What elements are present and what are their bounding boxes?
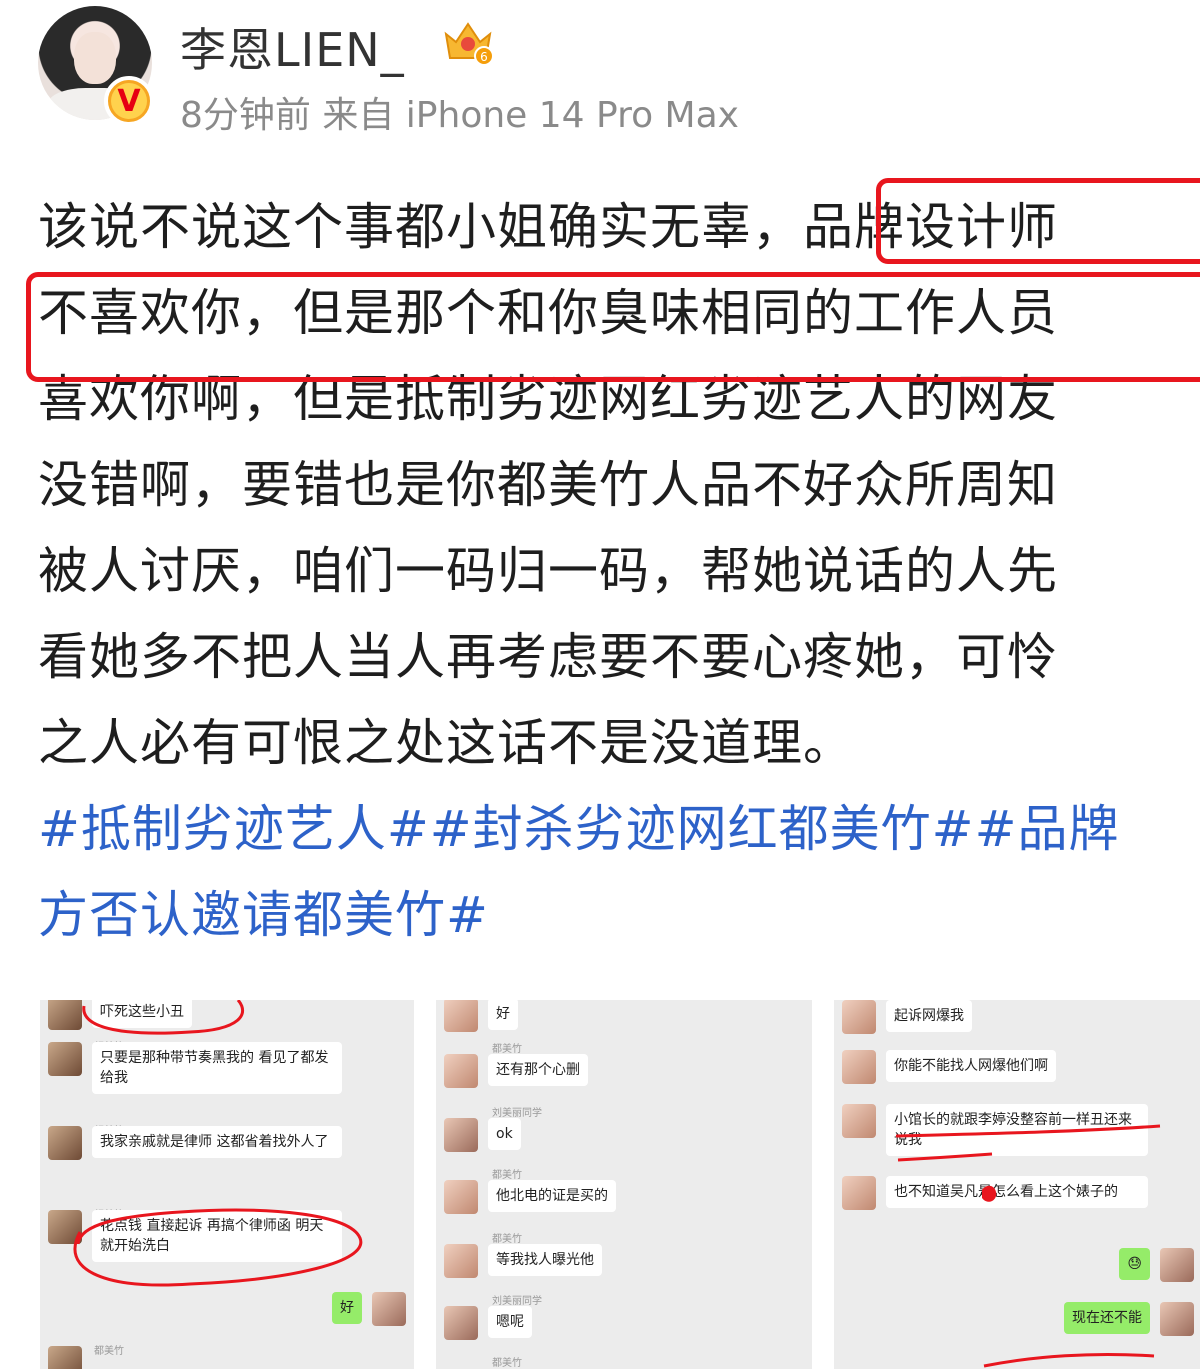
crown-level-icon: 6 [444, 22, 494, 66]
hashtag-line[interactable]: 方否认邀请都美竹# [38, 872, 1198, 958]
hashtag-line[interactable]: #抵制劣迹艺人##封杀劣迹网红都美竹##品牌 [38, 786, 1198, 872]
red-highlight-box [876, 178, 1200, 264]
post-meta: 8分钟前 来自 iPhone 14 Pro Max [180, 95, 739, 136]
crown-level-text: 6 [480, 50, 488, 64]
chat-screenshot-3[interactable]: 起诉网爆我 你能不能找人网爆他们啊 小馆长的就跟李婷没整容前一样丑还来说我 也不… [834, 1000, 1200, 1369]
chat-message: 他北电的证是买的 [444, 1180, 616, 1214]
chat-message: ok [444, 1118, 521, 1152]
chat-message: 只要是那种带节奏黑我的 看见了都发给我 [48, 1042, 342, 1094]
chat-bubble: 嗯呢 [488, 1306, 532, 1338]
chat-message-self: 好 [332, 1292, 406, 1326]
chat-bubble: 小馆长的就跟李婷没整容前一样丑还来说我 [886, 1104, 1148, 1156]
chat-avatar [444, 1306, 478, 1340]
chat-bubble: 现在还不能 [1064, 1302, 1150, 1334]
chat-bubble: 还有那个心删 [488, 1054, 588, 1086]
chat-bubble: ok [488, 1118, 521, 1150]
chat-bubble: 也不知道吴凡是怎么看上这个婊子的 [886, 1176, 1148, 1208]
chat-nickname: 都美竹 [492, 1234, 522, 1245]
chat-message: 小馆长的就跟李婷没整容前一样丑还来说我 [842, 1104, 1148, 1156]
chat-message: 吓死这些小丑 [48, 1000, 192, 1030]
chat-avatar [444, 1118, 478, 1152]
chat-message: 你能不能找人网爆他们啊 [842, 1050, 1056, 1084]
chat-avatar [842, 1104, 876, 1138]
chat-avatar [48, 1000, 82, 1030]
username[interactable]: 李恩LIEN_ [180, 14, 405, 80]
chat-message: 等我找人曝光他 [444, 1244, 602, 1278]
chat-bubble: 吓死这些小丑 [92, 1000, 192, 1028]
chat-message: 嗯呢 [444, 1306, 532, 1340]
chat-message [48, 1346, 82, 1369]
chat-avatar [842, 1176, 876, 1210]
chat-screenshot-2[interactable]: 好 都美竹 还有那个心删 刘美丽同学 ok 都美竹 他北电的证是买的 都美竹 等… [436, 1000, 812, 1369]
chat-avatar [444, 1180, 478, 1214]
chat-avatar [1160, 1302, 1194, 1336]
chat-message: 还有那个心删 [444, 1054, 588, 1088]
chat-bubble: 等我找人曝光他 [488, 1244, 602, 1276]
chat-message: 我家亲戚就是律师 这都省着找外人了 [48, 1126, 342, 1160]
chat-message: 起诉网爆我 [842, 1000, 972, 1034]
chat-avatar [444, 1000, 478, 1032]
chat-nickname: 都美竹 [492, 1170, 522, 1181]
chat-nickname: 刘美丽同学 [492, 1296, 542, 1307]
chat-avatar [1160, 1248, 1194, 1282]
chat-message: 花点钱 直接起诉 再搞个律师函 明天就开始洗白 [48, 1210, 342, 1262]
verified-badge-icon: V [104, 76, 154, 126]
chat-message: 也不知道吴凡是怎么看上这个婊子的 [842, 1176, 1148, 1210]
post-line: 没错啊，要错也是你都美竹人品不好众所周知 [38, 456, 1058, 514]
chat-nickname: 刘美丽同学 [492, 1108, 542, 1119]
chat-avatar [48, 1346, 82, 1369]
chat-bubble: 😓 [1119, 1248, 1150, 1280]
chat-avatar [48, 1126, 82, 1160]
red-highlight-box [26, 272, 1200, 382]
chat-bubble: 他北电的证是买的 [488, 1180, 616, 1212]
chat-avatar [842, 1000, 876, 1034]
post-line: 看她多不把人当人再考虑要不要心疼她，可怜 [38, 628, 1058, 686]
chat-message: 好 [444, 1000, 518, 1032]
chat-nickname: 都美竹 [94, 1346, 124, 1357]
chat-avatar [444, 1244, 478, 1278]
chat-bubble: 好 [332, 1292, 362, 1324]
chat-bubble: 花点钱 直接起诉 再搞个律师函 明天就开始洗白 [92, 1210, 342, 1262]
chat-nickname: 都美竹 [492, 1358, 522, 1369]
chat-screenshot-1[interactable]: 吓死这些小丑 都美竹 只要是那种带节奏黑我的 看见了都发给我 都美竹 我家亲戚就… [40, 1000, 414, 1369]
chat-avatar [48, 1042, 82, 1076]
chat-avatar [842, 1050, 876, 1084]
post-line: 被人讨厌，咱们一码归一码，帮她说话的人先 [38, 542, 1058, 600]
chat-avatar [48, 1210, 82, 1244]
chat-message-self: 现在还不能 [1064, 1302, 1194, 1336]
chat-bubble: 我家亲戚就是律师 这都省着找外人了 [92, 1126, 342, 1158]
avatar-face [74, 32, 116, 84]
chat-bubble: 只要是那种带节奏黑我的 看见了都发给我 [92, 1042, 342, 1094]
post-line: 之人必有可恨之处这话不是没道理。 [38, 714, 854, 772]
chat-bubble: 起诉网爆我 [886, 1000, 972, 1032]
chat-avatar [372, 1292, 406, 1326]
chat-message-self: 😓 [1119, 1248, 1194, 1282]
chat-avatar [444, 1054, 478, 1088]
chat-bubble: 你能不能找人网爆他们啊 [886, 1050, 1056, 1082]
chat-nickname: 都美竹 [492, 1044, 522, 1055]
chat-bubble: 好 [488, 1000, 518, 1030]
